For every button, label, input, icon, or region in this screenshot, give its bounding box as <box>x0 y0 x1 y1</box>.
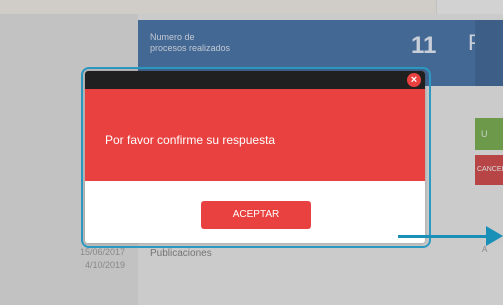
accept-button[interactable]: ACEPTAR <box>201 201 311 229</box>
dialog-footer: ACEPTAR <box>85 181 425 243</box>
dialog-top-bar <box>85 71 425 89</box>
confirm-dialog: × Por favor confirme su respuesta ACEPTA… <box>85 71 425 243</box>
close-icon[interactable]: × <box>407 73 421 87</box>
dialog-message: Por favor confirme su respuesta <box>105 133 276 147</box>
pointer-arrow-line <box>398 235 488 238</box>
pointer-arrow-icon <box>486 226 503 246</box>
dialog-header: Por favor confirme su respuesta <box>85 89 425 181</box>
